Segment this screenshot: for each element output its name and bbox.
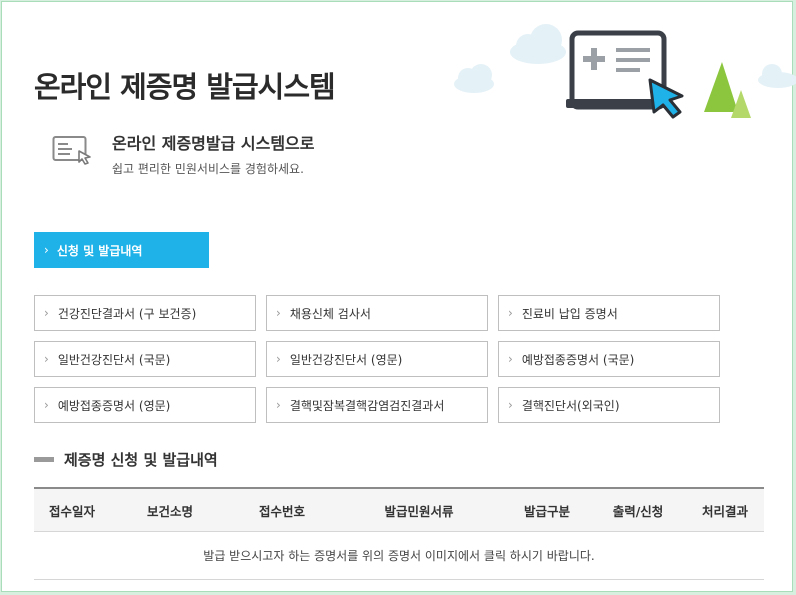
certificate-button-general-health-kr[interactable]: › 일반건강진단서 (국문) [34, 341, 256, 377]
table-row: 발급 받으시고자 하는 증명서를 위의 증명서 이미지에서 클릭 하시기 바랍니… [34, 531, 764, 580]
certificate-label: 예방접종증명서 (국문) [521, 352, 635, 367]
chevron-right-icon: › [44, 398, 49, 412]
chevron-right-icon: › [276, 306, 281, 320]
certificate-label: 일반건강진단서 (영문) [289, 352, 403, 367]
certificate-button-medical-payment[interactable]: › 진료비 납입 증명서 [498, 295, 720, 331]
chevron-right-icon: › [276, 398, 281, 412]
certificate-grid: › 건강진단결과서 (구 보건증) › 채용신체 검사서 › 진료비 납입 증명… [34, 295, 720, 423]
certificate-label: 일반건강진단서 (국문) [57, 352, 171, 367]
chevron-right-icon: › [44, 243, 49, 257]
empty-message: 발급 받으시고자 하는 증명서를 위의 증명서 이미지에서 클릭 하시기 바랍니… [34, 531, 764, 580]
certificate-button-tb-screening[interactable]: › 결핵및잠복결핵감염검진결과서 [266, 387, 488, 423]
section-bar-icon [34, 457, 54, 462]
chevron-right-icon: › [44, 306, 49, 320]
chevron-right-icon: › [276, 352, 281, 366]
certificate-label: 결핵진단서(외국인) [521, 398, 620, 413]
chevron-right-icon: › [508, 398, 513, 412]
certificate-button-tb-foreigner[interactable]: › 결핵진단서(외국인) [498, 387, 720, 423]
certificate-label: 채용신체 검사서 [289, 306, 371, 321]
history-section-label: 제증명 신청 및 발급내역 [64, 451, 218, 469]
certificate-cursor-icon [52, 136, 91, 165]
certificate-button-vaccination-en[interactable]: › 예방접종증명서 (영문) [34, 387, 256, 423]
history-section-title: 제증명 신청 및 발급내역 [34, 449, 218, 470]
table-header-row: 접수일자 보건소명 접수번호 발급민원서류 발급구분 출력/신청 처리결과 [34, 487, 764, 532]
certificate-button-health-result[interactable]: › 건강진단결과서 (구 보건증) [34, 295, 256, 331]
chevron-right-icon: › [508, 306, 513, 320]
issue-history-button[interactable]: › 신청 및 발급내역 [34, 232, 209, 268]
certificate-button-vaccination-kr[interactable]: › 예방접종증명서 (국문) [498, 341, 720, 377]
certificate-button-general-health-en[interactable]: › 일반건강진단서 (영문) [266, 341, 488, 377]
certificate-label: 건강진단결과서 (구 보건증) [57, 306, 197, 321]
intro-subtitle: 쉽고 편리한 민원서비스를 경험하세요. [112, 162, 304, 176]
chevron-right-icon: › [508, 352, 513, 366]
column-header: 접수번호 [230, 487, 334, 532]
intro-title: 온라인 제증명발급 시스템으로 [112, 134, 315, 153]
column-header: 발급민원서류 [334, 487, 504, 532]
certificate-label: 진료비 납입 증명서 [521, 306, 618, 321]
column-header: 출력/신청 [590, 487, 686, 532]
issue-history-label: 신청 및 발급내역 [56, 243, 143, 258]
certificate-label: 결핵및잠복결핵감염검진결과서 [289, 398, 445, 413]
certificate-button-employment-physical[interactable]: › 채용신체 검사서 [266, 295, 488, 331]
tree-icon [704, 62, 751, 118]
column-header: 접수일자 [34, 487, 110, 532]
column-header: 발급구분 [504, 487, 590, 532]
column-header: 보건소명 [110, 487, 230, 532]
history-table: 접수일자 보건소명 접수번호 발급민원서류 발급구분 출력/신청 처리결과 발급… [34, 487, 764, 580]
column-header: 처리결과 [686, 487, 764, 532]
page-title: 온라인 제증명 발급시스템 [34, 70, 336, 104]
cloud-icon [454, 64, 494, 93]
cloud-icon [510, 24, 566, 64]
cloud-icon [758, 64, 796, 88]
certificate-label: 예방접종증명서 (영문) [57, 398, 171, 413]
chevron-right-icon: › [44, 352, 49, 366]
